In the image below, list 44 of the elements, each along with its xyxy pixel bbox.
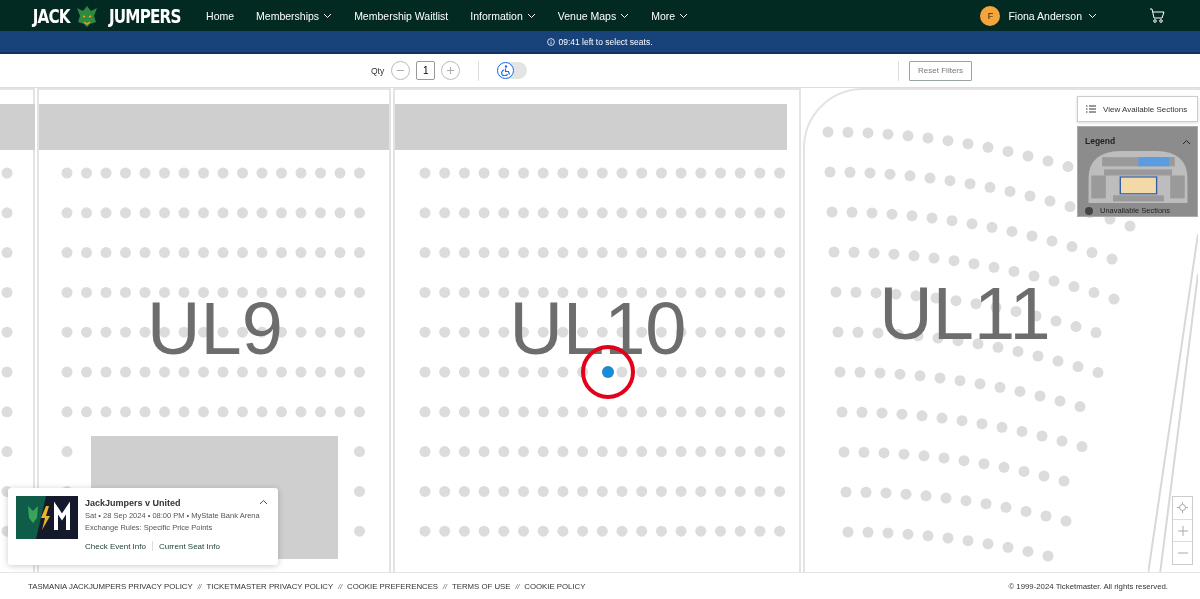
nav-link[interactable]: Home [206,9,235,22]
nav-link[interactable]: Memberships [256,9,333,22]
section-label: UL11 [879,288,1051,340]
seat-dots[interactable] [419,167,786,537]
event-link[interactable]: Check Event Info [85,541,146,551]
nav-link[interactable]: Information [470,9,536,22]
list-icon [1086,105,1096,113]
logo-text[interactable]: JUMPERS [109,4,182,27]
chevron-down-icon [526,12,536,19]
reset-filters-button[interactable]: Reset Filters [909,60,972,81]
decrease-button[interactable] [391,61,411,80]
timer-text: 09:41 left to select seats. [547,36,653,47]
chevron-down-icon [620,12,630,19]
chevron-down-icon [323,12,333,19]
qty-label: Qty [371,65,385,76]
nav-link[interactable]: Venue Maps [557,9,630,22]
event-logo-icon [16,496,78,539]
user-menu[interactable]: Fiona Anderson [1008,9,1097,22]
qty-field[interactable]: 1 [416,61,436,80]
user-avatar[interactable]: F [980,5,1001,26]
stage-bar [0,104,35,150]
legend-dot [1085,207,1093,215]
logo-text[interactable]: JACK [32,4,70,27]
chevron-down-icon [679,12,689,19]
nav-link[interactable]: Membership Waitlist [354,9,449,22]
wheelchair-icon [500,65,512,76]
collapse-icon[interactable] [259,499,268,505]
cart-icon[interactable] [1149,8,1165,23]
section-label: UL9 [147,303,283,355]
plus-icon [446,66,456,75]
section-label: UL10 [509,303,687,355]
seat-dots[interactable] [61,167,365,537]
chevron-up-icon[interactable] [1182,139,1191,145]
event-link[interactable]: Current Seat Info [158,541,220,551]
crosshair-icon [1177,502,1188,514]
legend-title: Legend [1085,136,1116,146]
nav-link[interactable]: More [651,9,689,22]
info-icon [547,37,556,46]
view-sections-button[interactable]: View Available Sections [1077,96,1198,122]
event-title: JackJumpers v United [85,498,182,508]
accessibility-toggle[interactable] [497,62,528,79]
plus-icon [1177,525,1188,536]
increase-button[interactable] [441,61,461,80]
chevron-down-icon [1088,12,1097,19]
